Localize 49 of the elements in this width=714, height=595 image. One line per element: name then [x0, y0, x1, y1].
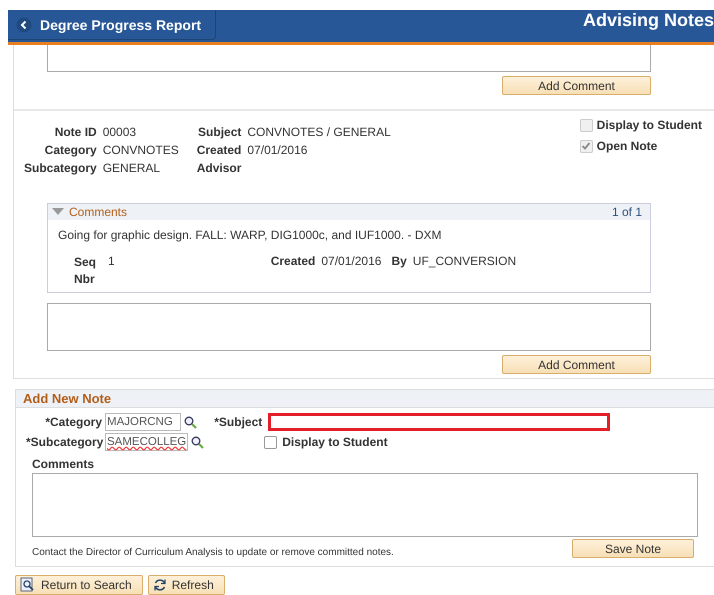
field-label: By	[391, 254, 407, 268]
checkbox[interactable]	[264, 436, 278, 448]
field-value: GENERAL	[102, 161, 162, 175]
field-label: *Subcategory	[26, 435, 102, 449]
field-label: Subcategory	[24, 161, 97, 175]
save-note-button[interactable]: Save Note	[572, 539, 694, 558]
field-label: Created	[196, 143, 242, 157]
field-value: 07/01/2016	[321, 254, 382, 268]
chevron-left-icon	[16, 16, 32, 32]
page-title: Advising Notes	[582, 10, 714, 31]
field-value: CONVNOTES / GENERAL	[247, 125, 391, 139]
comment-textarea[interactable]	[47, 303, 651, 351]
return-to-search-button[interactable]: Return to Search	[15, 575, 143, 595]
field-value: 00003	[102, 125, 138, 139]
field-label: Note ID	[54, 125, 97, 139]
info-text: Contact the Director of Curriculum Analysis to update or remove committed notes.	[32, 547, 394, 558]
refresh-button[interactable]: Refresh	[148, 575, 225, 595]
search-icon[interactable]	[184, 416, 197, 428]
field-label: Comments	[32, 457, 94, 471]
subject-field[interactable]	[268, 413, 610, 431]
category-field[interactable]: MAJORCNG	[105, 413, 181, 431]
field-value: 07/01/2016	[247, 143, 308, 157]
section-title: Add New Note	[23, 391, 112, 406]
row-counter: 1 of 1	[612, 205, 642, 219]
checkbox-label: Display to Student	[596, 118, 702, 132]
field-label: Advisor	[196, 161, 242, 175]
field-label: *Subject	[214, 415, 262, 429]
field-label: Category	[44, 143, 97, 157]
field-label: Subject	[197, 125, 242, 139]
comment-text: Going for graphic design. FALL: WARP, DIG1000c, and IUF1000. - DXM	[58, 228, 443, 242]
field-value: CONVNOTES	[102, 143, 179, 157]
field-label: *Category	[44, 415, 102, 429]
field-value: 1	[108, 254, 115, 268]
comments-textarea[interactable]	[32, 473, 698, 537]
field-label: Seq Nbr	[74, 254, 98, 288]
subcategory-field[interactable]: SAMECOLLEG	[105, 433, 188, 451]
field-label: Created	[270, 254, 316, 268]
comments-toggle[interactable]: Comments	[52, 205, 128, 219]
refresh-icon	[152, 578, 167, 592]
back-button[interactable]: Degree Progress Report	[8, 10, 216, 40]
checkbox-label: Open Note	[596, 139, 658, 153]
comment-textarea[interactable]	[47, 45, 651, 72]
search-icon[interactable]	[191, 436, 204, 448]
magnifier-page-icon	[20, 577, 36, 593]
add-comment-button[interactable]: Add Comment	[502, 355, 651, 374]
triangle-down-icon	[52, 208, 64, 216]
checkbox-label: Display to Student	[282, 435, 388, 449]
add-comment-button[interactable]: Add Comment	[502, 76, 651, 95]
field-value: UF_CONVERSION	[412, 254, 516, 268]
